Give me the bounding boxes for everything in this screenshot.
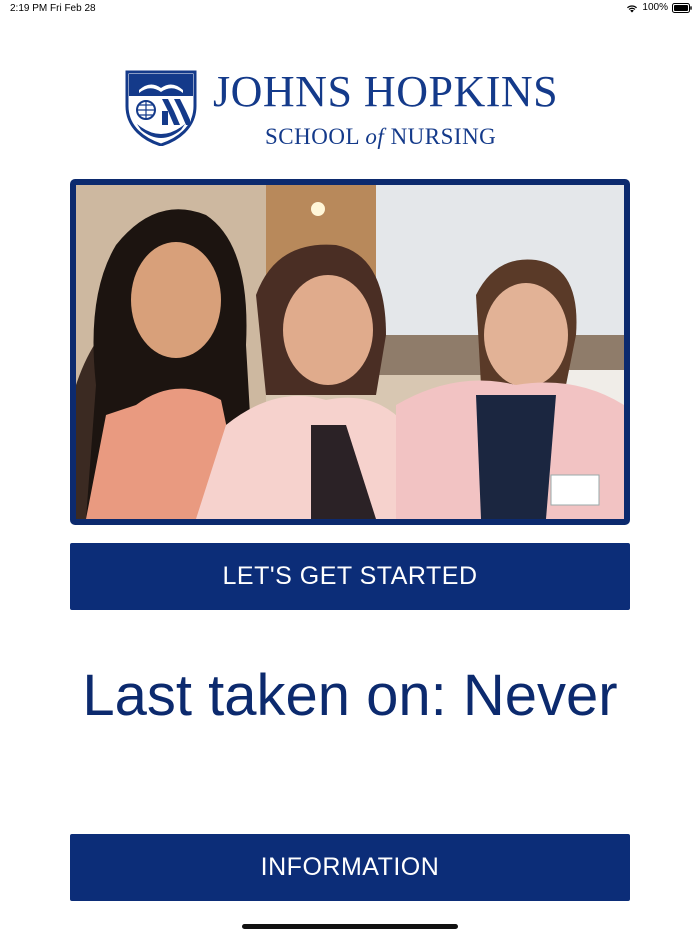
status-indicators: 100%	[626, 2, 692, 13]
last-taken-status: Last taken on: Never	[82, 663, 618, 728]
status-time: 2:19 PM	[10, 3, 48, 14]
home-indicator[interactable]	[242, 924, 458, 929]
logo-subtitle-school: SCHOOL	[265, 124, 360, 149]
battery-percent: 100%	[642, 2, 668, 13]
battery-icon	[672, 2, 692, 13]
logo-subtitle-nursing: NURSING	[390, 124, 497, 149]
wifi-icon	[627, 4, 638, 12]
group-photo-image	[76, 185, 624, 519]
status-date: Fri Feb 28	[50, 3, 96, 14]
jhu-nursing-logo: JOHNS HOPKINS SCHOOL of NURSING	[125, 66, 585, 156]
get-started-button[interactable]: LET'S GET STARTED	[70, 543, 630, 610]
information-button[interactable]: INFORMATION	[70, 834, 630, 901]
status-bar: 2:19 PM Fri Feb 28 100%	[0, 0, 700, 18]
group-photo	[70, 179, 630, 525]
logo-subtitle-of: of	[365, 124, 385, 149]
logo-title: JOHNS HOPKINS	[213, 67, 559, 116]
logo-subtitle: SCHOOL of NURSING	[265, 124, 496, 150]
university-shield-icon	[125, 70, 197, 146]
